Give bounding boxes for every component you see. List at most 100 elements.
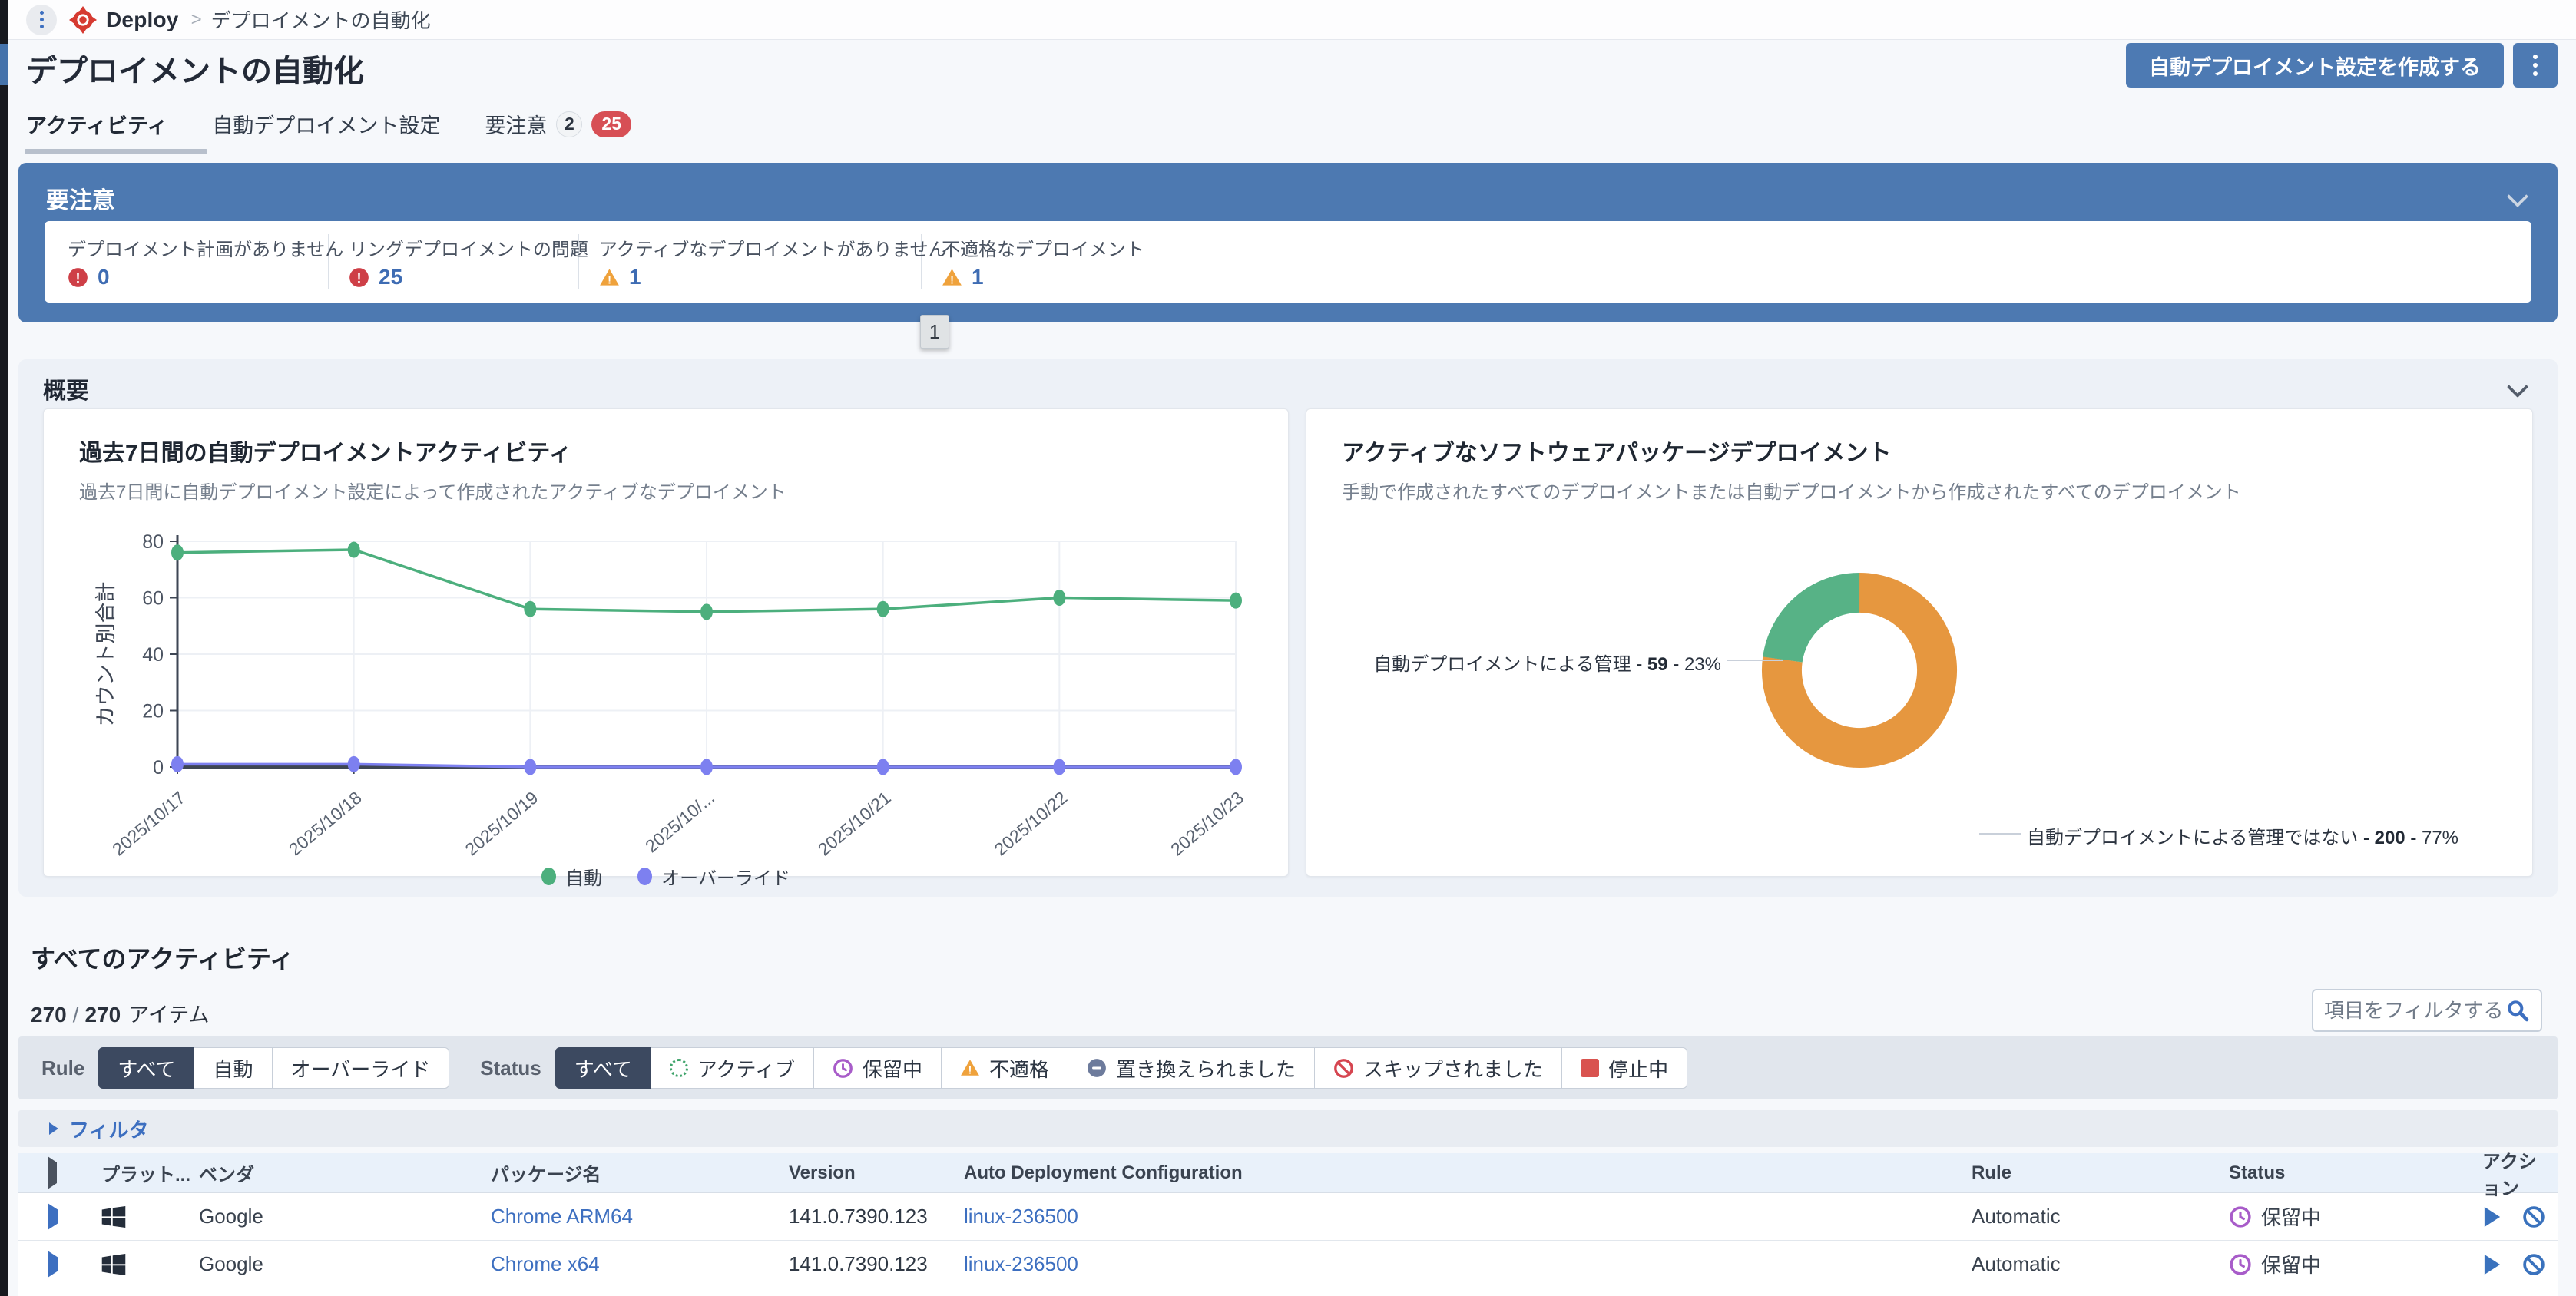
stopped-icon xyxy=(1581,1059,1599,1077)
search-icon[interactable] xyxy=(2505,998,2530,1023)
rule-filter-group: すべて 自動 オーバーライド xyxy=(98,1047,449,1089)
status-chip-skipped[interactable]: スキップされました xyxy=(1314,1047,1562,1089)
overview-section: 概要 過去7日間の自動デプロイメントアクティビティ 過去7日間に自動デプロイメン… xyxy=(18,359,2558,897)
tab-auto-deployment-configs[interactable]: 自動デプロイメント設定 xyxy=(212,109,440,154)
table-row: Google Chrome x64 141.0.7390.123 linux-2… xyxy=(18,1241,2558,1288)
deploy-logo-icon xyxy=(69,6,97,34)
cell-rule: Automatic xyxy=(1972,1252,2229,1276)
breadcrumb-brand[interactable]: Deploy xyxy=(106,8,179,32)
clock-icon xyxy=(2229,1205,2252,1228)
donut-label-managed: 自動デプロイメントによる管理 - 59 - 23% xyxy=(1353,649,1721,676)
header-kebab-menu-button[interactable] xyxy=(2513,43,2558,88)
cell-version: 141.0.7390.123 xyxy=(789,1252,964,1276)
error-icon: ! xyxy=(349,267,369,288)
activity-table: プラット... ベンダ パッケージ名 Version Auto Deployme… xyxy=(18,1153,2558,1296)
attention-pager-button[interactable]: 1 xyxy=(920,315,949,349)
tab-attention[interactable]: 要注意 2 25 xyxy=(485,109,631,154)
donut-leader-line-green xyxy=(1727,660,1783,661)
svg-text:2025/10/18: 2025/10/18 xyxy=(285,788,366,858)
cell-adc-link[interactable]: linux-236500 xyxy=(964,1205,1972,1228)
svg-text:!: ! xyxy=(357,270,362,286)
status-chip-all[interactable]: すべて xyxy=(555,1047,651,1089)
table-header-row: プラット... ベンダ パッケージ名 Version Auto Deployme… xyxy=(18,1153,2558,1193)
line-chart-subtitle: 過去7日間に自動デプロイメント設定によって作成されたアクティブなデプロイメント xyxy=(79,477,1253,504)
attention-alert-badge: 25 xyxy=(591,111,631,137)
row-expand-icon[interactable] xyxy=(48,1203,58,1230)
tab-activity[interactable]: アクティビティ xyxy=(26,109,167,154)
search-input[interactable] xyxy=(2324,999,2505,1023)
svg-text:2025/10/22: 2025/10/22 xyxy=(991,788,1071,858)
stat-ineligible-deployments[interactable]: 不適格なデプロイメント ! 1 xyxy=(942,234,1203,289)
donut-chart-subtitle: 手動で作成されたすべてのデプロイメントまたは自動デプロイメントから作成されたすべ… xyxy=(1342,477,2497,504)
attention-collapse-chevron-icon[interactable] xyxy=(2510,189,2525,204)
resume-action-icon[interactable] xyxy=(2482,1253,2502,1276)
cell-package-link[interactable]: Chrome x64 xyxy=(491,1252,789,1276)
cell-adc-link[interactable]: linux-236500 xyxy=(964,1252,1972,1276)
cell-rule: Automatic xyxy=(1972,1205,2229,1228)
legend-item-auto[interactable]: 自動 xyxy=(541,863,602,890)
status-chip-pending[interactable]: 保留中 xyxy=(813,1047,942,1089)
cancel-action-icon[interactable] xyxy=(2522,1253,2545,1276)
overview-collapse-chevron-icon[interactable] xyxy=(2510,379,2525,395)
header-actions: 自動デプロイメント設定を作成する xyxy=(2126,43,2558,88)
col-status[interactable]: Status xyxy=(2229,1162,2482,1184)
row-expand-icon[interactable] xyxy=(48,1251,58,1278)
col-vendor[interactable]: ベンダ xyxy=(199,1159,491,1186)
status-chip-active[interactable]: アクティブ xyxy=(651,1047,814,1089)
cell-status: 保留中 xyxy=(2229,1250,2482,1278)
breadcrumb-separator: > xyxy=(191,9,202,31)
rule-chip-override[interactable]: オーバーライド xyxy=(272,1047,450,1089)
col-adc[interactable]: Auto Deployment Configuration xyxy=(964,1162,1972,1184)
col-version[interactable]: Version xyxy=(789,1162,964,1184)
donut-chart-card: アクティブなソフトウェアパッケージデプロイメント 手動で作成されたすべてのデプロ… xyxy=(1306,408,2533,877)
svg-text:2025/10/...: 2025/10/... xyxy=(641,788,718,857)
active-spinner-icon xyxy=(670,1059,688,1077)
legend-dot-purple xyxy=(637,868,652,885)
stat-no-active-deployments[interactable]: アクティブなデプロイメントがありません ! 1 xyxy=(599,234,922,289)
rule-filter-label: Rule xyxy=(41,1056,84,1080)
col-rule[interactable]: Rule xyxy=(1972,1162,2229,1184)
warning-icon: ! xyxy=(599,267,620,288)
status-filter-label: Status xyxy=(480,1056,541,1080)
donut-leader-line-orange xyxy=(1979,833,2021,835)
svg-text:!: ! xyxy=(950,274,954,286)
rule-chip-all[interactable]: すべて xyxy=(98,1047,194,1089)
cancel-action-icon[interactable] xyxy=(2522,1205,2545,1228)
windows-icon xyxy=(101,1206,199,1228)
cell-version: 141.0.7390.123 xyxy=(789,1205,964,1228)
col-package[interactable]: パッケージ名 xyxy=(491,1159,789,1186)
stat-ring-deployment-issues[interactable]: リングデプロイメントの問題 ! 25 xyxy=(349,234,579,289)
status-chip-replaced[interactable]: 置き換えられました xyxy=(1068,1047,1315,1089)
top-bar: Deploy > デプロイメントの自動化 xyxy=(8,0,2576,40)
line-chart-title: 過去7日間の自動デプロイメントアクティビティ xyxy=(79,434,1253,468)
donut-label-not-managed: 自動デプロイメントによる管理ではない - 200 - 77% xyxy=(2027,822,2458,849)
col-actions: アクション xyxy=(2482,1146,2558,1200)
breadcrumb-page: デプロイメントの自動化 xyxy=(211,5,431,34)
svg-text:2025/10/23: 2025/10/23 xyxy=(1167,788,1247,858)
all-activity-title: すべてのアクティビティ xyxy=(31,940,294,975)
left-rail xyxy=(0,0,8,1296)
legend-item-override[interactable]: オーバーライド xyxy=(637,863,790,890)
overview-title: 概要 xyxy=(43,372,89,405)
svg-text:!: ! xyxy=(608,274,611,286)
col-platform[interactable]: プラット... xyxy=(101,1159,199,1186)
stat-no-deployment-plan[interactable]: デプロイメント計画がありません ! 0 xyxy=(68,234,329,289)
svg-text:60: 60 xyxy=(142,588,164,610)
error-icon: ! xyxy=(68,267,88,288)
filter-expander-row[interactable]: フィルタ xyxy=(18,1110,2558,1147)
status-chip-stopped[interactable]: 停止中 xyxy=(1561,1047,1687,1089)
app-menu-kebab-icon[interactable] xyxy=(26,5,57,35)
cell-status: 保留中 xyxy=(2229,1202,2482,1231)
resume-action-icon[interactable] xyxy=(2482,1205,2502,1228)
cell-package-link[interactable]: Chrome ARM64 xyxy=(491,1205,789,1228)
header-expand-icon[interactable] xyxy=(48,1156,57,1189)
deploy-automation-page: Deploy > デプロイメントの自動化 デプロイメントの自動化 自動デプロイメ… xyxy=(0,0,2576,1296)
create-auto-deployment-config-button[interactable]: 自動デプロイメント設定を作成する xyxy=(2126,43,2504,88)
warning-icon: ! xyxy=(960,1058,980,1078)
svg-text:2025/10/21: 2025/10/21 xyxy=(814,788,895,858)
warning-icon: ! xyxy=(942,267,962,288)
rule-chip-automatic[interactable]: 自動 xyxy=(194,1047,272,1089)
table-row: Google Chrome x86 141.0.7390.123 linux-2… xyxy=(18,1288,2558,1296)
status-chip-ineligible[interactable]: !不適格 xyxy=(941,1047,1068,1089)
table-row: Google Chrome ARM64 141.0.7390.123 linux… xyxy=(18,1193,2558,1241)
